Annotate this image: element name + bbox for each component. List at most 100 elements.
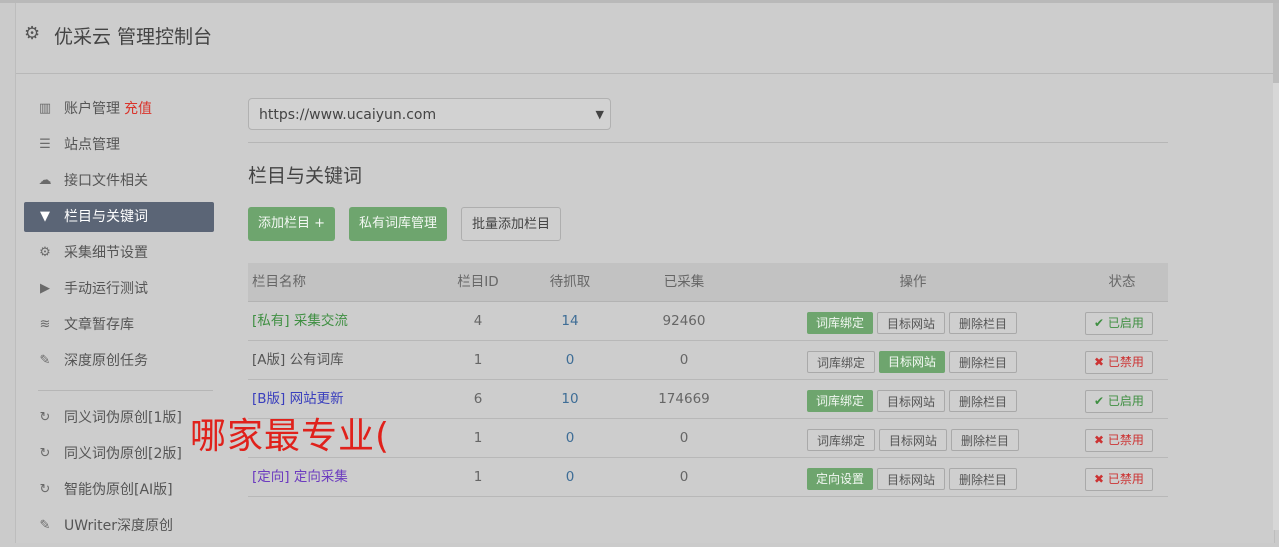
cloud-upload-icon: ☁: [38, 173, 52, 188]
sidebar-item-article-store[interactable]: ≋ 文章暂存库: [24, 310, 214, 340]
sidebar-item-uwriter[interactable]: ✎ UWriter深度原创: [24, 511, 214, 541]
table-row: [A版] 公有词库 1 0 0 词库绑定 目标网站 删除栏目 ✖ 已禁用: [248, 341, 1168, 380]
table-row: [私有] 采集交流 4 14 92460 词库绑定 目标网站 删除栏目 ✔ 已启…: [248, 302, 1168, 341]
sidebar-item-label: 同义词伪原创[1版]: [64, 410, 182, 426]
table-row: [定向] 定向采集 1 0 0 定向设置 目标网站 删除栏目 ✖ 已禁用: [248, 458, 1168, 497]
targeted-settings-button[interactable]: 定向设置: [807, 468, 874, 490]
bind-library-button[interactable]: 词库绑定: [807, 312, 874, 334]
bind-library-button[interactable]: 词库绑定: [807, 429, 876, 451]
sidebar-item-collect-settings[interactable]: ⚙ 采集细节设置: [24, 238, 214, 268]
target-site-button[interactable]: 目标网站: [877, 312, 946, 334]
gears-icon: ⚙: [39, 245, 51, 260]
sidebar-item-label: 智能伪原创[AI版]: [64, 482, 173, 498]
status-toggle[interactable]: ✖ 已禁用: [1085, 429, 1153, 452]
sidebar-item-label: 账户管理: [64, 101, 120, 117]
sidebar-item-sites[interactable]: ☰ 站点管理: [24, 130, 214, 160]
sidebar-item-account[interactable]: ▥ 账户管理 充值: [24, 94, 214, 124]
row-actions: 词库绑定 目标网站 删除栏目: [807, 351, 1018, 373]
private-library-button[interactable]: 私有词库管理: [349, 207, 448, 241]
target-site-button[interactable]: 目标网站: [879, 429, 948, 451]
column-id: 6: [473, 391, 483, 407]
delete-column-button[interactable]: 删除栏目: [949, 468, 1018, 490]
status-toggle[interactable]: ✔ 已启用: [1085, 312, 1153, 335]
sidebar-item-synonym-v2[interactable]: ↻ 同义词伪原创[2版]: [24, 439, 214, 469]
delete-column-button[interactable]: 删除栏目: [949, 351, 1018, 373]
target-site-button[interactable]: 目标网站: [879, 351, 946, 373]
column-name-link[interactable]: [私有] 采集交流: [252, 302, 348, 340]
delete-column-button[interactable]: 删除栏目: [949, 390, 1018, 412]
row-actions: 词库绑定 目标网站 删除栏目: [807, 312, 1018, 334]
database-icon: ≋: [39, 317, 51, 332]
collected-count: 0: [679, 430, 689, 446]
toolbar: 添加栏目 + 私有词库管理 批量添加栏目: [248, 207, 1168, 241]
chevron-down-icon: ▼: [595, 108, 604, 121]
site-select[interactable]: https://www.ucaiyun.com ▼: [248, 98, 611, 130]
sidebar-item-label: 手动运行测试: [64, 281, 148, 297]
sidebar-item-label: 栏目与关键词: [64, 209, 148, 225]
bind-library-button[interactable]: 词库绑定: [807, 351, 876, 373]
delete-column-button[interactable]: 删除栏目: [951, 429, 1020, 451]
delete-column-button[interactable]: 删除栏目: [949, 312, 1018, 334]
refresh-icon: ↻: [39, 446, 51, 461]
pending-count: 14: [561, 313, 579, 329]
col-pending: 待抓取: [549, 274, 591, 290]
sidebar-divider: [38, 390, 213, 391]
collected-count: 0: [679, 352, 689, 368]
sidebar-item-label: 深度原创任务: [64, 353, 148, 369]
page-title: 优采云 管理控制台: [54, 26, 213, 48]
edit-icon: ✎: [39, 353, 51, 368]
column-id: 4: [473, 313, 483, 329]
sidebar-item-label: 采集细节设置: [64, 245, 148, 261]
col-id: 栏目ID: [457, 274, 499, 290]
target-site-button[interactable]: 目标网站: [877, 468, 946, 490]
sidebar-item-deep-original[interactable]: ✎ 深度原创任务: [24, 346, 214, 376]
sidebar-item-label: 文章暂存库: [64, 317, 134, 333]
row-actions: 词库绑定 目标网站 删除栏目: [807, 390, 1018, 412]
gear-icon: ⚙: [24, 23, 41, 44]
column-name-link[interactable]: [A版] 公有词库: [252, 341, 344, 379]
site-select-value: https://www.ucaiyun.com: [259, 107, 437, 123]
collected-count: 92460: [662, 313, 706, 329]
column-id: 1: [473, 469, 483, 485]
play-circle-icon: ▶: [40, 281, 50, 296]
sidebar-item-label: 接口文件相关: [64, 173, 148, 189]
col-ops: 操作: [899, 274, 927, 290]
pending-count: 0: [565, 469, 575, 485]
pending-count: 10: [561, 391, 579, 407]
columns-table: 栏目名称 栏目ID 待抓取 已采集 操作 状态 [私有] 采集交流 4 14 9…: [248, 263, 1168, 497]
edit-icon: ✎: [39, 518, 51, 533]
bind-library-button[interactable]: 词库绑定: [807, 390, 874, 412]
scrollbar-thumb[interactable]: [1273, 3, 1279, 83]
col-status: 状态: [1108, 274, 1136, 290]
sidebar-item-columns[interactable]: ▼ 栏目与关键词: [24, 202, 214, 232]
overlay-caption: 哪家最专业(: [190, 416, 391, 457]
sidebar-item-label: 站点管理: [64, 137, 120, 153]
batch-add-button[interactable]: 批量添加栏目: [461, 207, 562, 241]
target-site-button[interactable]: 目标网站: [877, 390, 946, 412]
add-column-button[interactable]: 添加栏目 +: [248, 207, 336, 241]
page-header: ⚙ 优采云 管理控制台: [16, 3, 1274, 74]
sidebar-item-manual-run[interactable]: ▶ 手动运行测试: [24, 274, 214, 304]
recharge-link[interactable]: 充值: [124, 101, 152, 117]
column-id: 1: [473, 430, 483, 446]
divider: [248, 142, 1168, 143]
sidebar-item-ai[interactable]: ↻ 智能伪原创[AI版]: [24, 475, 214, 505]
sidebar-item-label: 同义词伪原创[2版]: [64, 446, 182, 462]
column-name-link[interactable]: [定向] 定向采集: [252, 458, 348, 496]
status-toggle[interactable]: ✖ 已禁用: [1085, 351, 1153, 374]
row-actions: 定向设置 目标网站 删除栏目: [807, 468, 1018, 490]
section-title: 栏目与关键词: [248, 165, 363, 187]
filter-icon: ▼: [40, 209, 50, 224]
status-toggle[interactable]: ✖ 已禁用: [1085, 468, 1153, 491]
server-icon: ☰: [39, 137, 51, 152]
sidebar-item-interface[interactable]: ☁ 接口文件相关: [24, 166, 214, 196]
status-toggle[interactable]: ✔ 已启用: [1085, 390, 1153, 413]
sidebar-item-synonym-v1[interactable]: ↻ 同义词伪原创[1版]: [24, 403, 214, 433]
sidebar: ▥ 账户管理 充值 ☰ 站点管理 ☁ 接口文件相关 ▼ 栏目与关键词 ⚙ 采集细节…: [24, 94, 214, 547]
col-done: 已采集: [663, 274, 705, 290]
refresh-icon: ↻: [39, 410, 51, 425]
sidebar-item-label: UWriter深度原创: [64, 518, 173, 534]
pending-count: 0: [565, 352, 575, 368]
pending-count: 0: [565, 430, 575, 446]
row-actions: 词库绑定 目标网站 删除栏目: [807, 429, 1020, 451]
